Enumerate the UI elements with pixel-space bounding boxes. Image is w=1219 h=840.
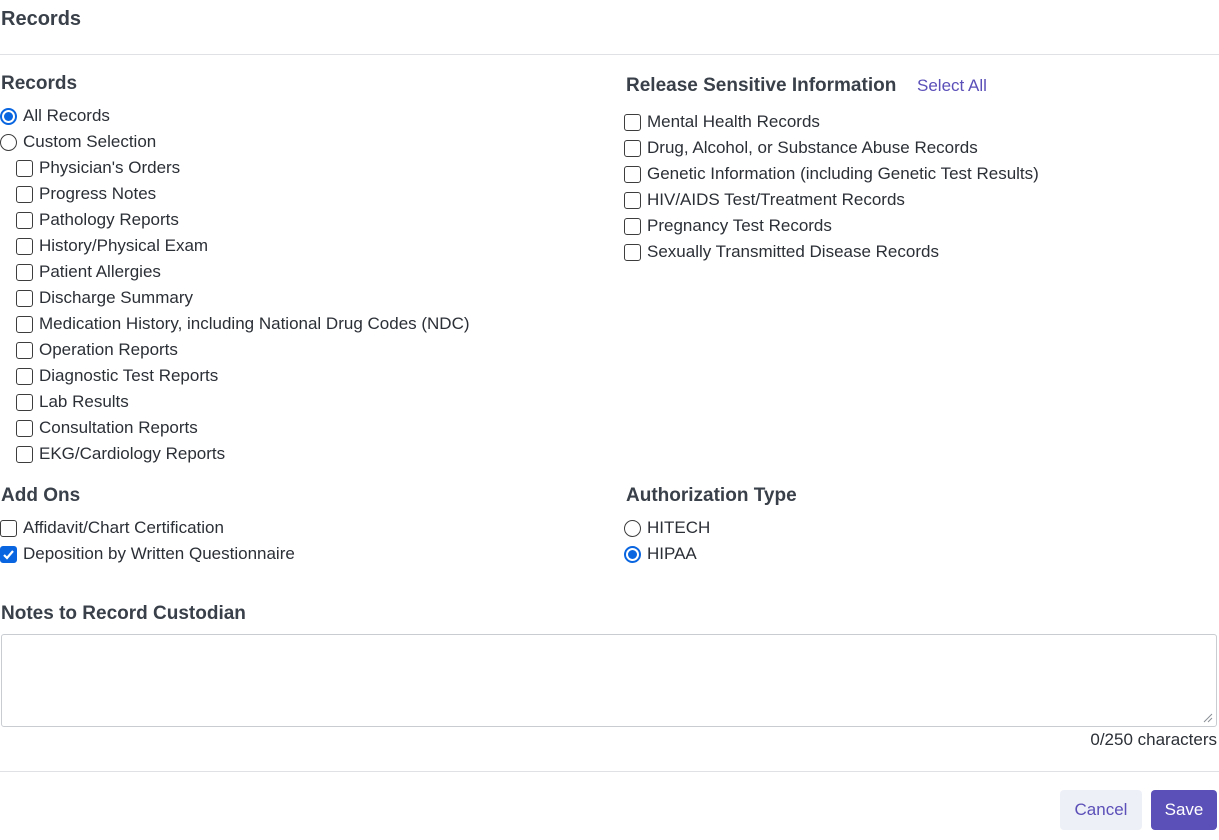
checkbox-label: Medication History, including National D… — [39, 314, 470, 333]
checkbox-label: Consultation Reports — [39, 418, 198, 437]
checkbox-mental-health[interactable]: Mental Health Records — [624, 111, 820, 133]
checkbox-history-physical-exam[interactable]: History/Physical Exam — [16, 235, 208, 257]
notes-char-count: 0/250 characters — [1090, 730, 1217, 749]
checkbox-ekg-cardiology-reports[interactable]: EKG/Cardiology Reports — [16, 443, 225, 465]
checkbox-medication-history[interactable]: Medication History, including National D… — [16, 313, 470, 335]
radio-all-records-label: All Records — [23, 106, 110, 125]
checkbox-control[interactable] — [16, 341, 33, 359]
checkbox-substance-abuse[interactable]: Drug, Alcohol, or Substance Abuse Record… — [624, 137, 978, 159]
checkbox-control[interactable] — [0, 545, 17, 563]
checkbox-label: Sexually Transmitted Disease Records — [647, 242, 939, 261]
checkbox-label: Diagnostic Test Reports — [39, 366, 219, 385]
checkbox-control[interactable] — [16, 211, 33, 229]
checkbox-physicians-orders[interactable]: Physician's Orders — [16, 157, 180, 179]
records-section-title: Records — [1, 73, 78, 94]
checkbox-label: Mental Health Records — [647, 112, 820, 131]
checkbox-label: Genetic Information (including Genetic T… — [647, 164, 1039, 183]
checkbox-hiv-aids[interactable]: HIV/AIDS Test/Treatment Records — [624, 189, 905, 211]
checkbox-label: Deposition by Written Questionnaire — [23, 544, 295, 563]
checkbox-label: HIV/AIDS Test/Treatment Records — [647, 190, 905, 209]
checkbox-label: EKG/Cardiology Reports — [39, 444, 226, 463]
checkbox-control[interactable] — [16, 419, 33, 437]
checkbox-label: Discharge Summary — [39, 288, 193, 307]
checkbox-control[interactable] — [16, 289, 33, 307]
checkbox-progress-notes[interactable]: Progress Notes — [16, 183, 156, 205]
checkbox-label: Lab Results — [39, 392, 129, 411]
checkbox-control[interactable] — [624, 139, 641, 157]
radio-hitech[interactable]: HITECH — [624, 517, 710, 539]
select-all-link[interactable]: Select All — [917, 76, 987, 96]
radio-hipaa[interactable]: HIPAA — [624, 543, 697, 565]
checkbox-label: Drug, Alcohol, or Substance Abuse Record… — [647, 138, 978, 157]
checkbox-discharge-summary[interactable]: Discharge Summary — [16, 287, 193, 309]
checkbox-control[interactable] — [624, 165, 641, 183]
save-button[interactable]: Save — [1151, 790, 1217, 830]
addons-section-title: Add Ons — [1, 485, 81, 506]
checkbox-operation-reports[interactable]: Operation Reports — [16, 339, 178, 361]
checkbox-label: Pathology Reports — [39, 210, 179, 229]
checkbox-control[interactable] — [16, 237, 33, 255]
checkbox-lab-results[interactable]: Lab Results — [16, 391, 129, 413]
checkbox-pregnancy-test[interactable]: Pregnancy Test Records — [624, 215, 832, 237]
radio-hitech-control[interactable] — [624, 519, 641, 537]
checkbox-label: Affidavit/Chart Certification — [23, 518, 224, 537]
checkbox-control[interactable] — [16, 185, 33, 203]
checkbox-label: History/Physical Exam — [39, 236, 209, 255]
checkbox-genetic-information[interactable]: Genetic Information (including Genetic T… — [624, 163, 1039, 185]
radio-all-records[interactable]: All Records — [0, 105, 110, 127]
page-header: Records — [0, 0, 1219, 55]
resize-grip-icon[interactable] — [1203, 713, 1213, 723]
radio-all-records-control[interactable] — [0, 107, 17, 125]
checkbox-control[interactable] — [624, 217, 641, 235]
notes-textarea[interactable] — [1, 634, 1217, 727]
radio-hitech-label: HITECH — [647, 518, 711, 537]
checkbox-label: Operation Reports — [39, 340, 178, 359]
checkbox-control[interactable] — [0, 519, 17, 537]
checkbox-label: Patient Allergies — [39, 262, 161, 281]
cancel-button[interactable]: Cancel — [1060, 790, 1142, 830]
checkbox-patient-allergies[interactable]: Patient Allergies — [16, 261, 161, 283]
checkbox-label: Progress Notes — [39, 184, 157, 203]
checkbox-deposition[interactable]: Deposition by Written Questionnaire — [0, 543, 295, 565]
checkbox-pathology-reports[interactable]: Pathology Reports — [16, 209, 179, 231]
checkbox-consultation-reports[interactable]: Consultation Reports — [16, 417, 198, 439]
page-title: Records — [1, 8, 82, 30]
footer-divider — [0, 771, 1219, 772]
checkbox-control[interactable] — [16, 159, 33, 177]
checkbox-diagnostic-test-reports[interactable]: Diagnostic Test Reports — [16, 365, 218, 387]
radio-custom-selection-label: Custom Selection — [23, 132, 157, 151]
radio-hipaa-control[interactable] — [624, 545, 641, 563]
sensitive-section-title: Release Sensitive Information — [626, 75, 897, 96]
checkbox-control[interactable] — [624, 243, 641, 261]
radio-hipaa-label: HIPAA — [647, 544, 697, 563]
checkbox-control[interactable] — [624, 191, 641, 209]
checkbox-control[interactable] — [16, 445, 33, 463]
checkbox-control[interactable] — [16, 263, 33, 281]
checkbox-control[interactable] — [16, 393, 33, 411]
checkbox-control[interactable] — [16, 315, 33, 333]
radio-custom-selection[interactable]: Custom Selection — [0, 131, 156, 153]
checkbox-label: Pregnancy Test Records — [647, 216, 832, 235]
checkbox-std-records[interactable]: Sexually Transmitted Disease Records — [624, 241, 939, 263]
notes-section-title: Notes to Record Custodian — [1, 603, 246, 624]
authorization-section-title: Authorization Type — [626, 485, 797, 506]
checkbox-control[interactable] — [16, 367, 33, 385]
checkbox-label: Physician's Orders — [39, 158, 181, 177]
radio-custom-selection-control[interactable] — [0, 133, 17, 151]
checkbox-affidavit[interactable]: Affidavit/Chart Certification — [0, 517, 224, 539]
checkbox-control[interactable] — [624, 113, 641, 131]
